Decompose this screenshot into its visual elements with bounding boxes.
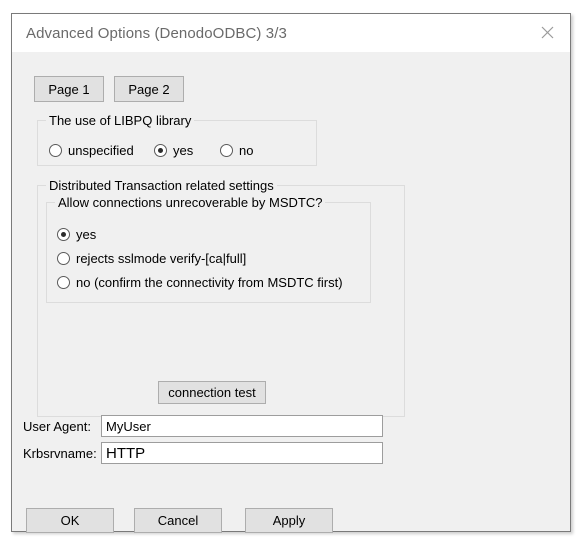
cancel-button[interactable]: Cancel — [134, 508, 222, 533]
distributed-transaction-group: Distributed Transaction related settings… — [37, 178, 405, 417]
window-title: Advanced Options (DenodoODBC) 3/3 — [26, 25, 287, 42]
radio-indicator — [220, 144, 233, 157]
libpq-group-label: The use of LIBPQ library — [46, 113, 195, 128]
radio-msdtc-yes-label: yes — [76, 227, 97, 242]
radio-libpq-unspecified-label: unspecified — [68, 143, 134, 158]
close-button[interactable] — [524, 14, 570, 51]
close-icon — [541, 26, 554, 39]
title-bar: Advanced Options (DenodoODBC) 3/3 — [12, 14, 570, 52]
radio-msdtc-no[interactable]: no (confirm the connectivity from MSDTC … — [57, 275, 343, 290]
user-agent-input[interactable] — [101, 415, 383, 437]
user-agent-label: User Agent: — [23, 419, 91, 434]
radio-msdtc-rejects-sslmode[interactable]: rejects sslmode verify-[ca|full] — [57, 251, 246, 266]
radio-msdtc-yes[interactable]: yes — [57, 227, 96, 242]
libpq-group: The use of LIBPQ library unspecified yes… — [37, 113, 317, 166]
radio-indicator — [57, 252, 70, 265]
ok-button[interactable]: OK — [26, 508, 114, 533]
radio-msdtc-rejects-sslmode-label: rejects sslmode verify-[ca|full] — [76, 251, 247, 266]
msdtc-group-label: Allow connections unrecoverable by MSDTC… — [55, 195, 326, 210]
krbsrvname-input[interactable] — [101, 442, 383, 464]
apply-button[interactable]: Apply — [245, 508, 333, 533]
distributed-transaction-group-label: Distributed Transaction related settings — [46, 178, 277, 193]
radio-libpq-yes[interactable]: yes — [154, 143, 193, 158]
radio-indicator — [154, 144, 167, 157]
screen: Advanced Options (DenodoODBC) 3/3 Page 1… — [0, 0, 583, 544]
radio-libpq-no[interactable]: no — [220, 143, 253, 158]
dialog-body: Page 1 Page 2 The use of LIBPQ library u… — [12, 52, 570, 533]
tab-page-1[interactable]: Page 1 — [34, 76, 104, 102]
tab-page-2[interactable]: Page 2 — [114, 76, 184, 102]
radio-libpq-yes-label: yes — [173, 143, 194, 158]
radio-indicator — [57, 228, 70, 241]
radio-indicator — [57, 276, 70, 289]
radio-libpq-no-label: no — [239, 143, 254, 158]
radio-msdtc-no-label: no (confirm the connectivity from MSDTC … — [76, 275, 343, 290]
radio-indicator — [49, 144, 62, 157]
connection-test-button[interactable]: connection test — [158, 381, 266, 404]
msdtc-group: Allow connections unrecoverable by MSDTC… — [46, 195, 371, 303]
advanced-options-dialog: Advanced Options (DenodoODBC) 3/3 Page 1… — [11, 13, 571, 533]
krbsrvname-label: Krbsrvname: — [23, 446, 97, 461]
radio-libpq-unspecified[interactable]: unspecified — [49, 143, 134, 158]
